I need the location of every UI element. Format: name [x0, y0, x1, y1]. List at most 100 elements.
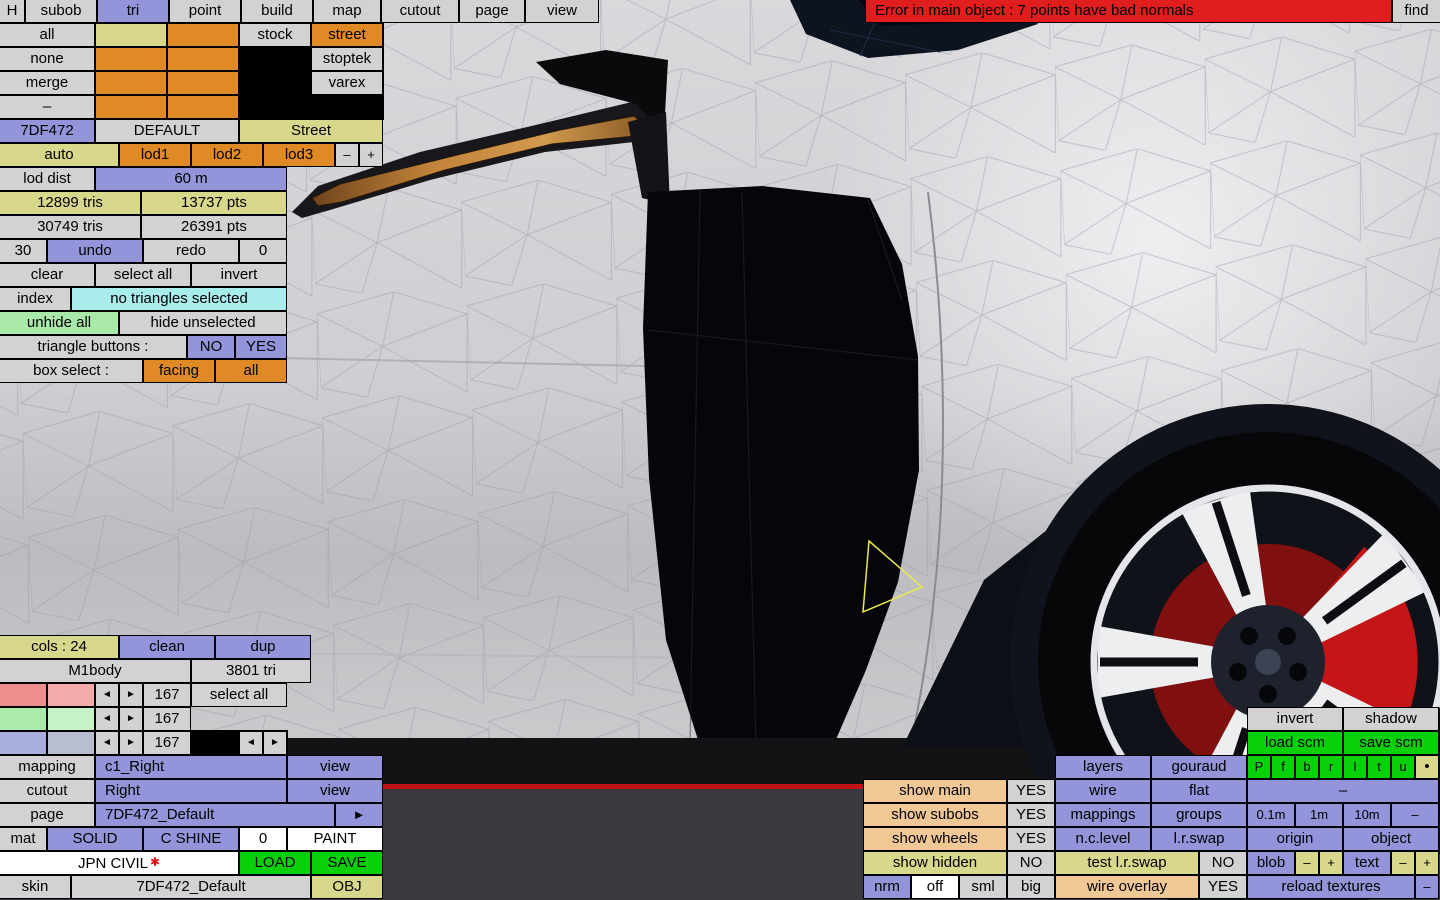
grid-off-button[interactable]: – [1391, 803, 1439, 827]
subob-slot-color-2[interactable] [167, 23, 239, 47]
test-lrswap-toggle[interactable]: NO [1199, 851, 1247, 875]
paint-button[interactable]: PAINT [287, 827, 383, 851]
subob-slot-color-4[interactable] [167, 47, 239, 71]
lod3-button[interactable]: lod3 [263, 143, 335, 167]
lod1-button[interactable]: lod1 [119, 143, 191, 167]
letter-u-button[interactable]: u [1391, 755, 1415, 779]
save-button[interactable]: SAVE [311, 851, 383, 875]
nrm-button[interactable]: nrm [863, 875, 911, 899]
stock-button[interactable]: stock [239, 23, 311, 47]
redo-button[interactable]: redo [143, 239, 239, 263]
group3-next-button[interactable]: ► [119, 731, 143, 755]
mat-cshine-button[interactable]: C SHINE [143, 827, 239, 851]
lrswap-button[interactable]: l.r.swap [1151, 827, 1247, 851]
paint-name[interactable]: JPN CIVIL ✱ [0, 851, 239, 875]
object-name[interactable]: M1body [0, 659, 191, 683]
text-plus-button[interactable]: + [1415, 851, 1439, 875]
gouraud-button[interactable]: gouraud [1151, 755, 1247, 779]
dup-button[interactable]: dup [215, 635, 311, 659]
subob-none-button[interactable]: none [0, 47, 95, 71]
lod-auto-button[interactable]: auto [0, 143, 119, 167]
show-hidden-toggle[interactable]: NO [1007, 851, 1055, 875]
letter-l-button[interactable]: l [1343, 755, 1367, 779]
cutout-value[interactable]: Right [95, 779, 287, 803]
box-select-facing[interactable]: facing [143, 359, 215, 383]
blob-button[interactable]: blob [1247, 851, 1295, 875]
material-default-button[interactable]: DEFAULT [95, 119, 239, 143]
reload-minus-button[interactable]: – [1415, 875, 1439, 899]
color-swatch-1b[interactable] [47, 683, 95, 707]
menu-tri-active[interactable]: tri [97, 0, 169, 23]
skin-value[interactable]: 7DF472_Default [71, 875, 311, 899]
menu-map[interactable]: map [313, 0, 381, 23]
unhide-all-button[interactable]: unhide all [0, 311, 119, 335]
triangle-buttons-no[interactable]: NO [187, 335, 235, 359]
cols-count[interactable]: cols : 24 [0, 635, 119, 659]
subob-all-button[interactable]: all [0, 23, 95, 47]
index-button[interactable]: index [0, 287, 71, 311]
menu-point[interactable]: point [169, 0, 241, 23]
menu-cutout[interactable]: cutout [381, 0, 459, 23]
subob-slot-color-1[interactable] [95, 23, 167, 47]
select-all-button[interactable]: select all [95, 263, 191, 287]
color-swatch-2b[interactable] [47, 707, 95, 731]
material-id-button[interactable]: 7DF472 [0, 119, 95, 143]
group2-next-button[interactable]: ► [119, 707, 143, 731]
subob-dash-button[interactable]: – [0, 95, 95, 119]
grid-10m-button[interactable]: 10m [1343, 803, 1391, 827]
hide-unselected-button[interactable]: hide unselected [119, 311, 287, 335]
grid-01m-button[interactable]: 0.1m [1247, 803, 1295, 827]
text-button[interactable]: text [1343, 851, 1391, 875]
grid-1m-button[interactable]: 1m [1295, 803, 1343, 827]
color-swatch-3a[interactable] [0, 731, 47, 755]
subob-slot-color-6[interactable] [167, 71, 239, 95]
menu-page[interactable]: page [459, 0, 525, 23]
dot-button[interactable]: • [1415, 755, 1439, 779]
lod-plus-button[interactable]: + [359, 143, 383, 167]
mapping-value[interactable]: c1_Right [95, 755, 287, 779]
nrm-big-button[interactable]: big [1007, 875, 1055, 899]
subob-slot-color-5[interactable] [95, 71, 167, 95]
lod-dist-value[interactable]: 60 m [95, 167, 287, 191]
show-subobs-toggle[interactable]: YES [1007, 803, 1055, 827]
stoptek-button[interactable]: stoptek [311, 47, 383, 71]
reload-textures-button[interactable]: reload textures [1247, 875, 1415, 899]
wire-overlay-toggle[interactable]: YES [1199, 875, 1247, 899]
mat-solid-button[interactable]: SOLID [47, 827, 143, 851]
origin-button[interactable]: origin [1247, 827, 1343, 851]
menu-view[interactable]: view [525, 0, 599, 23]
color-swatch-2a[interactable] [0, 707, 47, 731]
obj-button[interactable]: OBJ [311, 875, 383, 899]
layers-button[interactable]: layers [1055, 755, 1151, 779]
group-select-all-button[interactable]: select all [191, 683, 287, 707]
subob-slot-color-7[interactable] [95, 95, 167, 119]
box-select-all[interactable]: all [215, 359, 287, 383]
load-scm-button[interactable]: load scm [1247, 731, 1343, 755]
blob-plus-button[interactable]: + [1319, 851, 1343, 875]
group-page-next-button[interactable]: ► [263, 731, 287, 755]
flat-button[interactable]: flat [1151, 779, 1247, 803]
menu-build[interactable]: build [241, 0, 313, 23]
invert-selection-button[interactable]: invert [191, 263, 287, 287]
shine-value[interactable]: 0 [239, 827, 287, 851]
subob-merge-button[interactable]: merge [0, 71, 95, 95]
mappings-button[interactable]: mappings [1055, 803, 1151, 827]
nrm-sml-button[interactable]: sml [959, 875, 1007, 899]
cutout-view-button[interactable]: view [287, 779, 383, 803]
subob-slot-color-8[interactable] [167, 95, 239, 119]
group1-prev-button[interactable]: ◄ [95, 683, 119, 707]
group3-prev-button[interactable]: ◄ [95, 731, 119, 755]
menu-h[interactable]: H [0, 0, 25, 23]
menu-subob[interactable]: subob [25, 0, 97, 23]
find-button[interactable]: find [1392, 0, 1440, 23]
letter-t-button[interactable]: t [1367, 755, 1391, 779]
letter-f-button[interactable]: f [1271, 755, 1295, 779]
lod2-button[interactable]: lod2 [191, 143, 263, 167]
show-main-toggle[interactable]: YES [1007, 779, 1055, 803]
save-scm-button[interactable]: save scm [1343, 731, 1439, 755]
clear-button[interactable]: clear [0, 263, 95, 287]
text-minus-button[interactable]: – [1391, 851, 1415, 875]
group2-prev-button[interactable]: ◄ [95, 707, 119, 731]
material-class-button[interactable]: Street [239, 119, 383, 143]
clean-button[interactable]: clean [119, 635, 215, 659]
